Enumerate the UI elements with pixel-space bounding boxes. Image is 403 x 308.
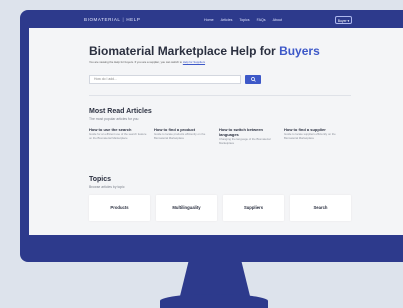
nav-link-about[interactable]: About bbox=[273, 18, 282, 22]
article-description: Guide to locate suppliers efficiently on… bbox=[284, 132, 336, 140]
search-input[interactable]: How do I add... bbox=[89, 75, 241, 84]
nav-links: Home Articles Topics FAQs About bbox=[204, 18, 282, 22]
section-divider bbox=[89, 95, 351, 96]
article-card[interactable]: How to find a product Guide to locate pr… bbox=[154, 127, 212, 140]
search-icon bbox=[250, 77, 256, 83]
brand-separator: | bbox=[122, 17, 125, 22]
topic-card-search[interactable]: Search bbox=[290, 195, 351, 221]
article-card[interactable]: How to find a supplier Guide to locate s… bbox=[284, 127, 342, 140]
topics-subheading: Browse articles by topic bbox=[89, 185, 125, 189]
topic-card-products[interactable]: Products bbox=[89, 195, 150, 221]
article-card[interactable]: How to switch between languages Changing… bbox=[219, 127, 277, 145]
articles-subheading: The most popular articles for you bbox=[89, 117, 139, 121]
page-title-accent: Buyers bbox=[279, 44, 320, 58]
brand-name: BIOMATERIAL bbox=[84, 17, 121, 22]
article-description: Guide to locate products efficiently on … bbox=[154, 132, 206, 140]
page-subtitle: You are viewing the Help for buyers. If … bbox=[89, 60, 351, 64]
article-description: Changing the language of the Biomaterial… bbox=[219, 137, 271, 145]
article-description: Guide for an efficient use of the search… bbox=[89, 132, 147, 140]
page-title-prefix: Biomaterial Marketplace Help for bbox=[89, 44, 280, 58]
page-subtitle-text: You are viewing the Help for buyers. If … bbox=[89, 60, 183, 64]
brand-logo[interactable]: BIOMATERIAL | HELP bbox=[84, 17, 140, 22]
article-title[interactable]: How to switch between languages bbox=[219, 127, 277, 137]
hero: Biomaterial Marketplace Help for Buyers … bbox=[89, 44, 351, 64]
role-dropdown-button[interactable]: Buyer ▾ bbox=[335, 16, 352, 24]
top-navbar: BIOMATERIAL | HELP Home Articles Topics FA… bbox=[29, 13, 403, 28]
nav-link-articles[interactable]: Articles bbox=[221, 18, 233, 22]
nav-link-home[interactable]: Home bbox=[204, 18, 214, 22]
monitor-neck bbox=[180, 262, 250, 296]
brand-suffix: HELP bbox=[126, 17, 141, 22]
topic-card-suppliers[interactable]: Suppliers bbox=[223, 195, 284, 221]
monitor-stand bbox=[160, 294, 268, 308]
article-card[interactable]: How to use the search Guide for an effic… bbox=[89, 127, 147, 140]
nav-link-topics[interactable]: Topics bbox=[239, 18, 249, 22]
screen: BIOMATERIAL | HELP Home Articles Topics FA… bbox=[29, 13, 403, 235]
search-button[interactable] bbox=[245, 75, 261, 84]
switch-to-suppliers-link[interactable]: Help for Suppliers bbox=[183, 60, 205, 64]
page-title: Biomaterial Marketplace Help for Buyers bbox=[89, 44, 351, 58]
topics-heading: Topics bbox=[89, 176, 112, 183]
articles-heading: Most Read Articles bbox=[89, 108, 152, 115]
topic-card-multilinguality[interactable]: Multilinguality bbox=[156, 195, 217, 221]
nav-link-faqs[interactable]: FAQs bbox=[257, 18, 266, 22]
